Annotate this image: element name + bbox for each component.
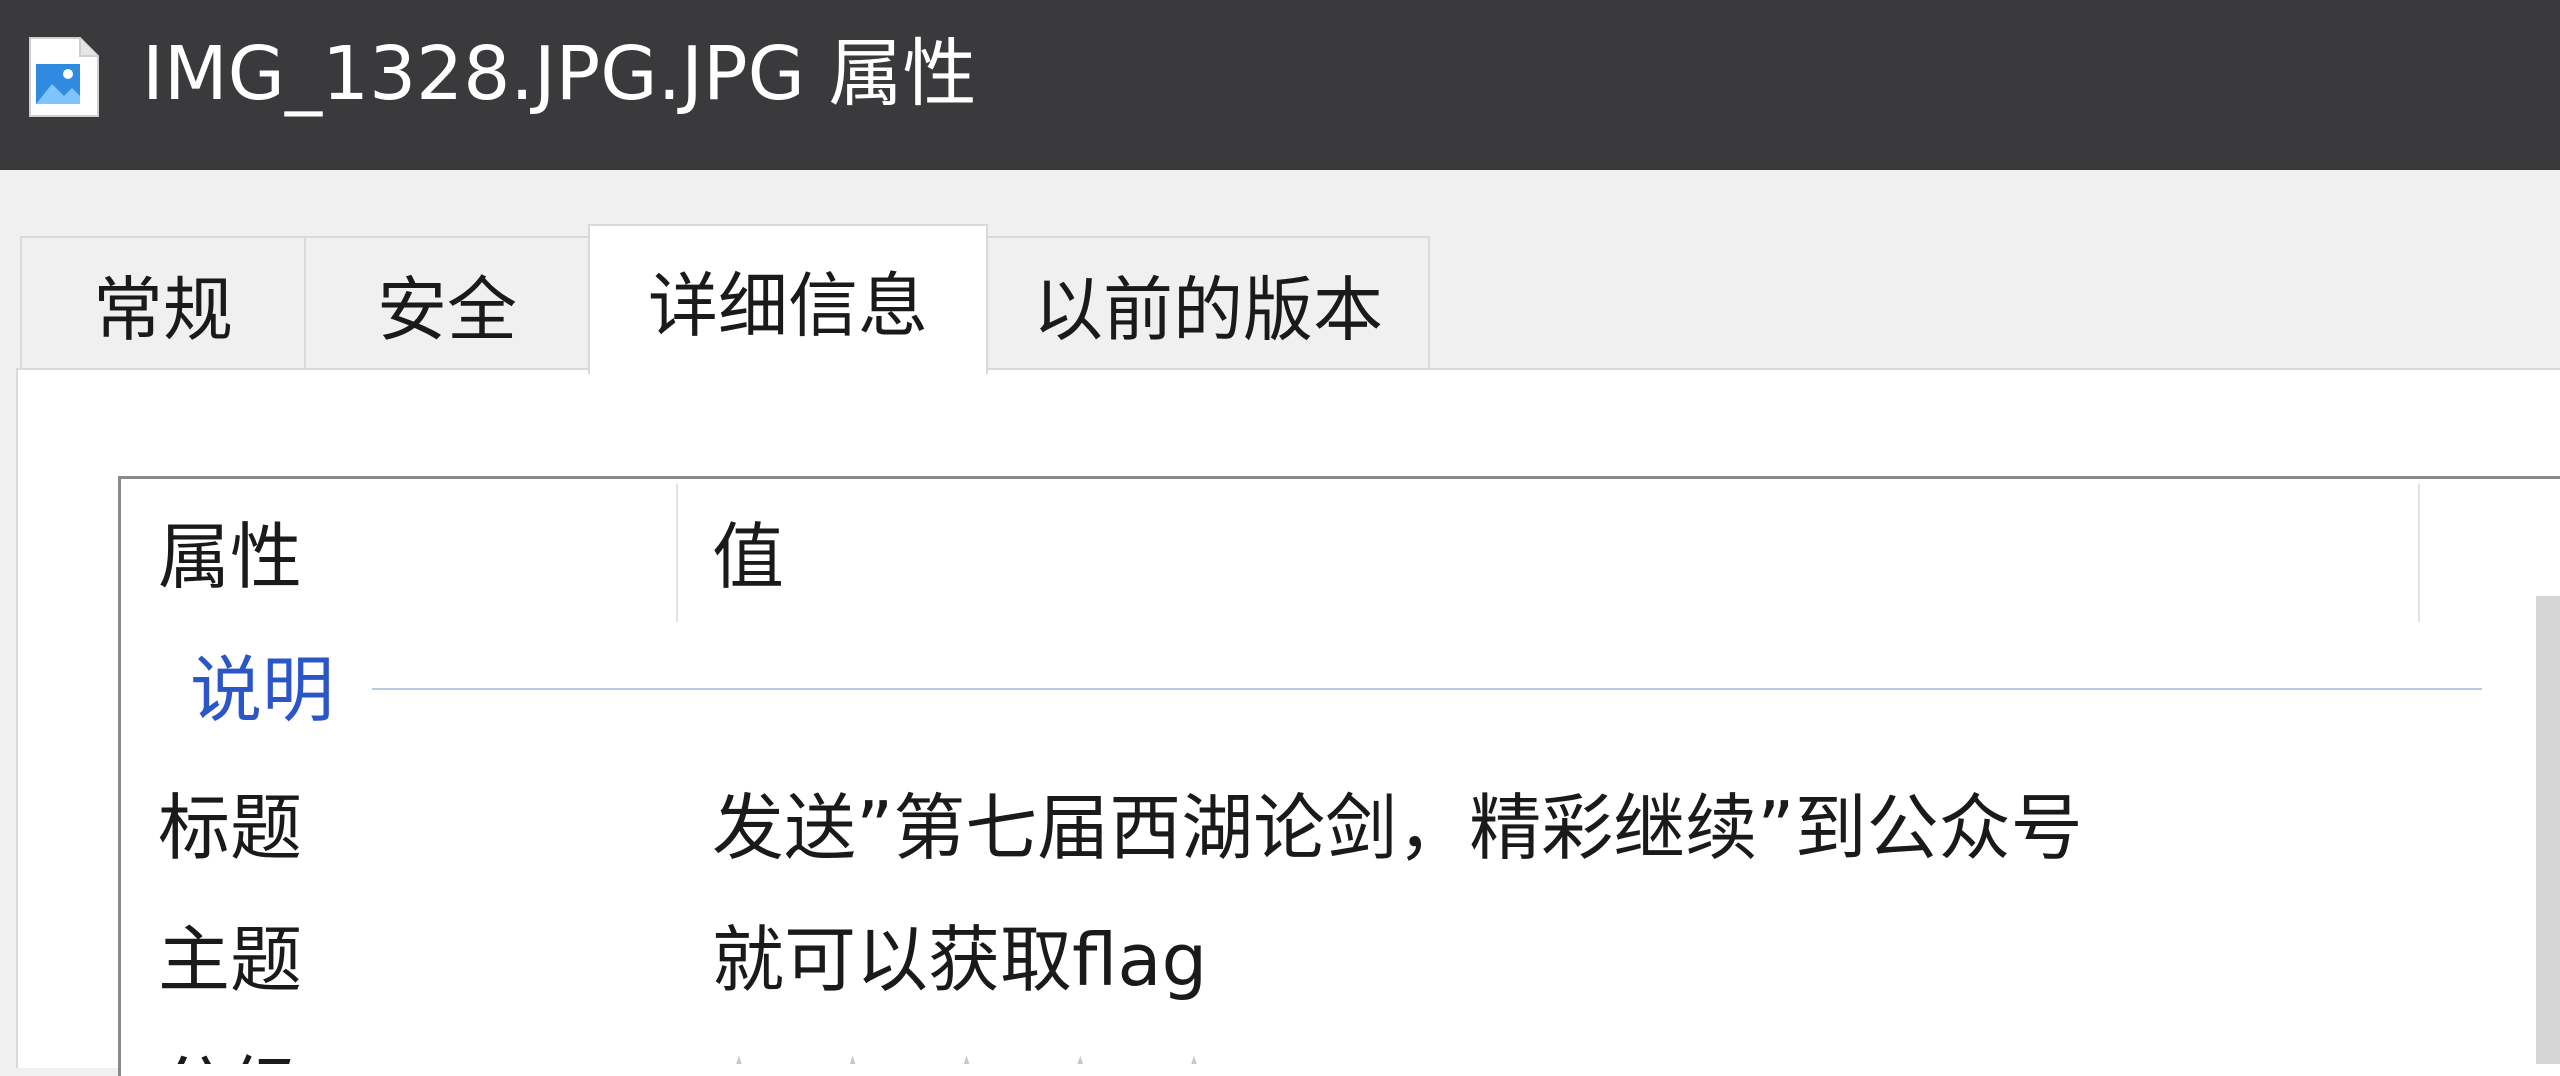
tab-security[interactable]: 安全	[304, 236, 590, 370]
tab-label: 详细信息	[648, 264, 928, 347]
window-titlebar: IMG_1328.JPG.JPG 属性	[0, 0, 2560, 170]
window-title: IMG_1328.JPG.JPG 属性	[142, 31, 977, 117]
tab-previous-versions[interactable]: 以前的版本	[986, 236, 1430, 370]
tab-details[interactable]: 详细信息	[588, 224, 988, 374]
tab-general[interactable]: 常规	[20, 236, 306, 370]
column-divider[interactable]	[676, 484, 678, 622]
column-header-property[interactable]: 属性	[158, 480, 302, 620]
vertical-scrollbar[interactable]	[2536, 596, 2560, 1064]
column-divider[interactable]	[2418, 484, 2420, 622]
tab-label: 以前的版本	[1033, 268, 1383, 351]
row-title-value[interactable]: 发送”第七届西湖论剑，精彩继续”到公众号	[712, 778, 2083, 878]
row-subject-property: 主题	[158, 918, 303, 1002]
tab-label: 常规	[93, 268, 233, 351]
details-list[interactable]	[118, 476, 2560, 1076]
column-header-value[interactable]: 值	[712, 480, 784, 620]
tab-label: 安全	[377, 268, 517, 351]
row-rating-property: 分级	[158, 1040, 302, 1064]
rating-stars[interactable]: ★★★★★	[712, 1044, 1281, 1064]
group-header-description[interactable]: 说明	[190, 640, 334, 740]
image-file-icon	[29, 37, 99, 117]
row-title-property: 标题	[158, 786, 303, 870]
row-subject-value[interactable]: 就可以获取flag	[712, 910, 1207, 1010]
group-divider-line	[372, 688, 2482, 690]
